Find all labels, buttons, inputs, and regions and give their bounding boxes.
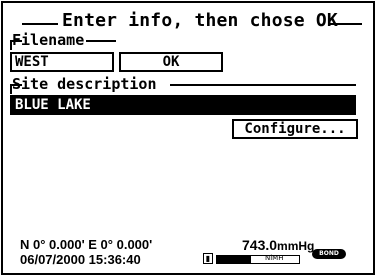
gps-coordinates: N 0° 0.000' E 0° 0.000' (20, 237, 153, 252)
device-screen: Enter info, then chose OK Filename WEST … (0, 0, 378, 278)
battery-icon: ▮ (203, 253, 213, 264)
status-bar: N 0° 0.000' E 0° 0.000' 06/07/2000 15:36… (20, 237, 366, 271)
pressure-value: 743.0 (242, 237, 278, 253)
site-description-input[interactable]: BLUE LAKE (10, 95, 356, 115)
header-rule-right (328, 23, 362, 25)
battery-level-fill (217, 256, 252, 263)
battery-type-label: NiMH (265, 254, 284, 262)
filename-group-label: Filename (12, 31, 85, 49)
site-group-label: Site description (12, 75, 157, 93)
filename-input[interactable]: WEST (10, 52, 114, 72)
ok-button[interactable]: OK (119, 52, 223, 72)
pressure-reading: 743.0mmHg (242, 237, 314, 253)
battery-level-bar: NiMH (216, 254, 300, 264)
configure-button[interactable]: Configure... (232, 119, 358, 139)
header-rule-left (22, 23, 58, 25)
dialog-title: Enter info, then chose OK (62, 10, 338, 31)
bond-badge: BOND (312, 249, 346, 259)
date-time: 06/07/2000 15:36:40 (20, 252, 141, 267)
dialog-header: Enter info, then chose OK (10, 4, 366, 34)
pressure-unit: mmHg (277, 239, 315, 253)
site-group-line (170, 84, 356, 86)
filename-group-line (86, 40, 116, 42)
